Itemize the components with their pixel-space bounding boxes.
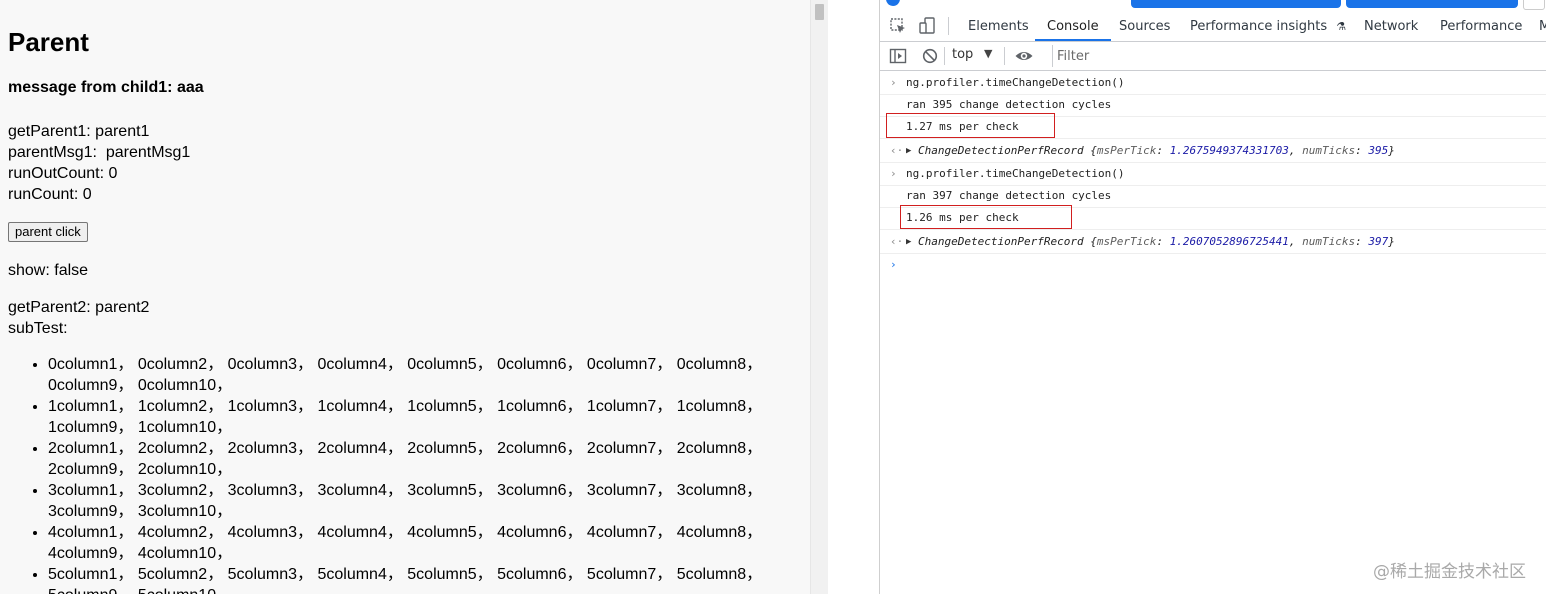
get-parent1-line: getParent1: parent1 [8, 123, 150, 140]
device-toolbar-icon[interactable] [918, 16, 938, 36]
console-command: ng.profiler.timeChangeDetection() [906, 167, 1125, 180]
chevron-right-icon: › [890, 167, 897, 180]
console-prompt-row[interactable]: › [880, 254, 1546, 276]
pane-divider [828, 0, 880, 594]
console-filter-input[interactable] [1052, 45, 1546, 67]
chevron-down-icon[interactable]: ▼ [984, 47, 992, 60]
return-arrow-icon: ‹· [890, 235, 904, 248]
tab-separator [948, 17, 949, 35]
object-class-name: ChangeDetectionPerfRecord [918, 235, 1084, 248]
list-item: 4column1， 4column2， 4column3， 4column4， … [48, 522, 768, 564]
run-count-line: runCount: 0 [8, 186, 92, 203]
expand-triangle-icon[interactable]: ▶ [906, 231, 911, 253]
watermark: @稀土掘金技术社区 [1373, 562, 1526, 582]
page-viewport: Parent message from child1: aaa getParen… [0, 0, 812, 594]
flask-icon: ⚗ [1336, 20, 1347, 33]
chevron-right-icon: › [890, 258, 897, 271]
top-banner-button[interactable] [1131, 0, 1341, 8]
tab-console[interactable]: Console [1035, 10, 1111, 41]
list-item: 3column1， 3column2， 3column3， 3column4， … [48, 480, 768, 522]
page-scrollbar[interactable] [810, 0, 828, 594]
console-log-text: ran 397 change detection cycles [906, 189, 1112, 202]
list-item: 1column1， 1column2， 1column3， 1column4， … [48, 396, 768, 438]
run-out-count-line: runOutCount: 0 [8, 165, 118, 182]
top-banner-button-2[interactable] [1346, 0, 1518, 8]
get-parent2-line: getParent2: parent2 [8, 299, 150, 316]
clear-console-icon[interactable] [920, 46, 940, 66]
list-item: 2column1， 2column2， 2column3， 2column4， … [48, 438, 768, 480]
devtools-tab-bar: Elements Console Sources Performance ins… [880, 10, 1546, 42]
parent-click-button[interactable]: parent click [8, 222, 88, 242]
sub-test-label: subTest: [8, 320, 68, 337]
ms-per-tick-value: 1.2675949374331703 [1169, 144, 1289, 157]
tab-performance-insights-label: Performance insights [1190, 19, 1328, 34]
console-return-row[interactable]: ‹· ▶ ChangeDetectionPerfRecord {msPerTic… [880, 140, 1546, 163]
page-title: Parent [8, 27, 89, 57]
sub-test-list: 0column1， 0column2， 0column3， 0column4， … [8, 354, 768, 594]
banner-close[interactable] [1523, 0, 1545, 10]
tab-elements[interactable]: Elements [968, 10, 1029, 41]
console-command: ng.profiler.timeChangeDetection() [906, 76, 1125, 89]
ms-per-tick-value: 1.2607052896725441 [1169, 235, 1289, 248]
highlight-box [900, 205, 1072, 229]
eye-icon[interactable] [1014, 46, 1034, 66]
context-selector[interactable]: top [952, 47, 973, 62]
tab-performance[interactable]: Performance [1440, 10, 1522, 41]
devtools-status-icon [886, 0, 900, 6]
toolbar-separator-2 [1004, 47, 1005, 65]
console-return-row[interactable]: ‹· ▶ ChangeDetectionPerfRecord {msPerTic… [880, 231, 1546, 254]
tab-network[interactable]: Network [1364, 10, 1418, 41]
console-input-row: › ng.profiler.timeChangeDetection() [880, 72, 1546, 95]
list-item: 0column1， 0column2， 0column3， 0column4， … [48, 354, 768, 396]
inspect-element-icon[interactable] [888, 16, 908, 36]
list-item: 5column1， 5column2， 5column3， 5column4， … [48, 564, 768, 594]
num-ticks-value: 395 [1368, 144, 1389, 157]
parent-msg1-line: parentMsg1: parentMsg1 [8, 144, 191, 161]
toolbar-separator [944, 47, 945, 65]
object-class-name: ChangeDetectionPerfRecord [918, 144, 1084, 157]
devtools-top-strip [880, 0, 1546, 10]
expand-triangle-icon[interactable]: ▶ [906, 140, 911, 162]
console-toolbar: top ▼ [880, 42, 1546, 71]
sidebar-toggle-icon[interactable] [888, 46, 908, 66]
tab-performance-insights[interactable]: Performance insights ⚗ [1190, 10, 1346, 41]
child-message: message from child1: aaa [8, 79, 204, 96]
return-arrow-icon: ‹· [890, 144, 904, 157]
tab-more[interactable]: M [1539, 10, 1546, 41]
tab-sources[interactable]: Sources [1119, 10, 1170, 41]
chevron-right-icon: › [890, 76, 897, 89]
return-object: ChangeDetectionPerfRecord {msPerTick: 1.… [918, 235, 1395, 248]
return-object: ChangeDetectionPerfRecord {msPerTick: 1.… [918, 144, 1395, 157]
show-line: show: false [8, 262, 89, 279]
devtools-panel: Elements Console Sources Performance ins… [880, 0, 1546, 594]
scrollbar-thumb[interactable] [815, 4, 824, 20]
num-ticks-value: 397 [1368, 235, 1389, 248]
console-input-row: › ng.profiler.timeChangeDetection() [880, 163, 1546, 186]
highlight-box [886, 113, 1055, 138]
